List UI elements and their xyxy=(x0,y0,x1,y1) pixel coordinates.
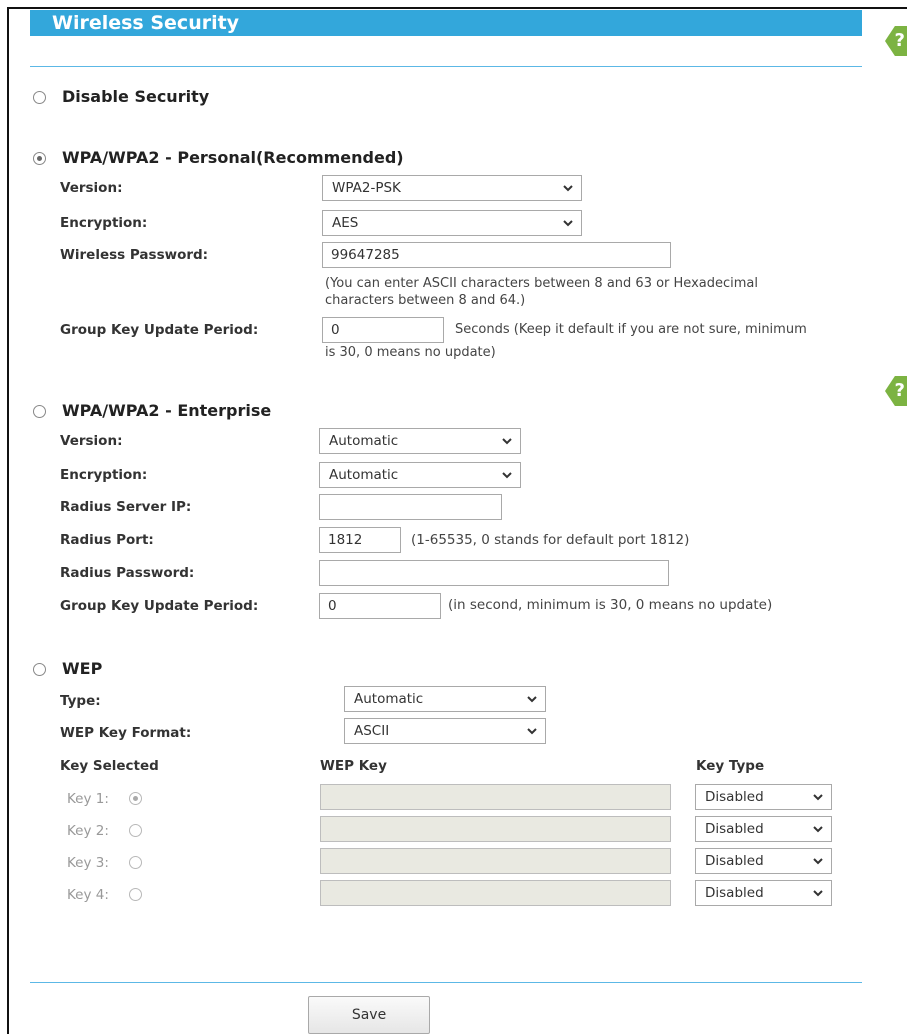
wep-key-label: Key 1: xyxy=(67,791,109,807)
chevron-down-icon xyxy=(502,438,512,445)
wep-key-format-label: WEP Key Format: xyxy=(60,725,192,741)
encryption-value: AES xyxy=(332,215,359,231)
enterprise-group-key-input[interactable]: 0 xyxy=(319,593,441,619)
radius-server-ip-input[interactable] xyxy=(319,494,502,520)
chevron-down-icon xyxy=(563,220,573,227)
wep-key-1-radio[interactable] xyxy=(129,792,142,805)
group-key-label: Group Key Update Period: xyxy=(60,322,259,338)
radius-port-label: Radius Port: xyxy=(60,532,154,548)
key-selected-header: Key Selected xyxy=(60,758,159,774)
radius-password-input[interactable] xyxy=(319,560,669,586)
save-button[interactable]: Save xyxy=(308,996,430,1034)
disable-security-label: Disable Security xyxy=(62,87,210,106)
chevron-down-icon xyxy=(527,696,537,703)
group-key-note: is 30, 0 means no update) xyxy=(325,345,496,360)
version-select[interactable]: WPA2-PSK xyxy=(322,175,582,201)
enterprise-encryption-select[interactable]: Automatic xyxy=(319,462,521,488)
wep-key-format-value: ASCII xyxy=(354,723,390,739)
chevron-down-icon xyxy=(563,185,573,192)
wpa-enterprise-label: WPA/WPA2 - Enterprise xyxy=(62,401,272,420)
wep-key-label: Key 2: xyxy=(67,823,109,839)
wep-key-label: Key 3: xyxy=(67,855,109,871)
radius-port-input[interactable]: 1812 xyxy=(319,527,401,553)
group-key-input[interactable]: 0 xyxy=(322,317,444,343)
wpa-personal-label: WPA/WPA2 - Personal(Recommended) xyxy=(62,148,404,167)
wpa-enterprise-radio[interactable] xyxy=(33,405,46,418)
radius-server-ip-label: Radius Server IP: xyxy=(60,499,192,515)
wep-key-2-type-select[interactable]: Disabled xyxy=(695,816,832,842)
divider xyxy=(30,982,862,983)
radius-password-label: Radius Password: xyxy=(60,565,195,581)
enterprise-encryption-value: Automatic xyxy=(329,467,399,483)
chevron-down-icon xyxy=(813,858,823,865)
wep-key-type-value: Disabled xyxy=(705,789,764,805)
wep-key-type-value: Disabled xyxy=(705,885,764,901)
page-title: Wireless Security xyxy=(52,12,240,34)
chevron-down-icon xyxy=(813,826,823,833)
wep-key-format-select[interactable]: ASCII xyxy=(344,718,546,744)
chevron-down-icon xyxy=(502,472,512,479)
wep-key-4-input[interactable] xyxy=(320,880,671,906)
wep-key-3-radio[interactable] xyxy=(129,856,142,869)
wep-type-select[interactable]: Automatic xyxy=(344,686,546,712)
version-value: WPA2-PSK xyxy=(332,180,401,196)
wep-key-4-radio[interactable] xyxy=(129,888,142,901)
wep-key-header: WEP Key xyxy=(320,758,387,774)
wep-key-4-type-select[interactable]: Disabled xyxy=(695,880,832,906)
wep-key-2-radio[interactable] xyxy=(129,824,142,837)
wep-type-label: Type: xyxy=(60,693,101,709)
divider xyxy=(30,66,862,67)
wep-key-type-value: Disabled xyxy=(705,821,764,837)
wep-key-label: Key 4: xyxy=(67,887,109,903)
version-label: Version: xyxy=(60,180,123,196)
enterprise-group-key-note: (in second, minimum is 30, 0 means no up… xyxy=(448,597,773,613)
wep-key-1-type-select[interactable]: Disabled xyxy=(695,784,832,810)
enterprise-version-value: Automatic xyxy=(329,433,399,449)
wep-key-3-type-select[interactable]: Disabled xyxy=(695,848,832,874)
group-key-note: Seconds (Keep it default if you are not … xyxy=(455,322,807,337)
key-type-header: Key Type xyxy=(696,758,765,774)
wep-key-1-input[interactable] xyxy=(320,784,671,810)
wpa-personal-radio[interactable] xyxy=(33,152,46,165)
group-key-label: Group Key Update Period: xyxy=(60,598,259,614)
encryption-label: Encryption: xyxy=(60,215,148,231)
chevron-down-icon xyxy=(813,890,823,897)
chevron-down-icon xyxy=(527,728,537,735)
encryption-label: Encryption: xyxy=(60,467,148,483)
radius-port-note: (1-65535, 0 stands for default port 1812… xyxy=(411,532,690,548)
password-note: characters between 8 and 64.) xyxy=(325,293,526,308)
wep-key-type-value: Disabled xyxy=(705,853,764,869)
wireless-password-input[interactable]: 99647285 xyxy=(322,242,671,268)
encryption-select[interactable]: AES xyxy=(322,210,582,236)
version-label: Version: xyxy=(60,433,123,449)
wep-radio[interactable] xyxy=(33,663,46,676)
wep-type-value: Automatic xyxy=(354,691,424,707)
wireless-password-label: Wireless Password: xyxy=(60,247,209,263)
enterprise-version-select[interactable]: Automatic xyxy=(319,428,521,454)
wep-key-2-input[interactable] xyxy=(320,816,671,842)
password-note: (You can enter ASCII characters between … xyxy=(325,276,758,291)
wep-label: WEP xyxy=(62,659,103,678)
chevron-down-icon xyxy=(813,794,823,801)
disable-security-radio[interactable] xyxy=(33,91,46,104)
wep-key-3-input[interactable] xyxy=(320,848,671,874)
